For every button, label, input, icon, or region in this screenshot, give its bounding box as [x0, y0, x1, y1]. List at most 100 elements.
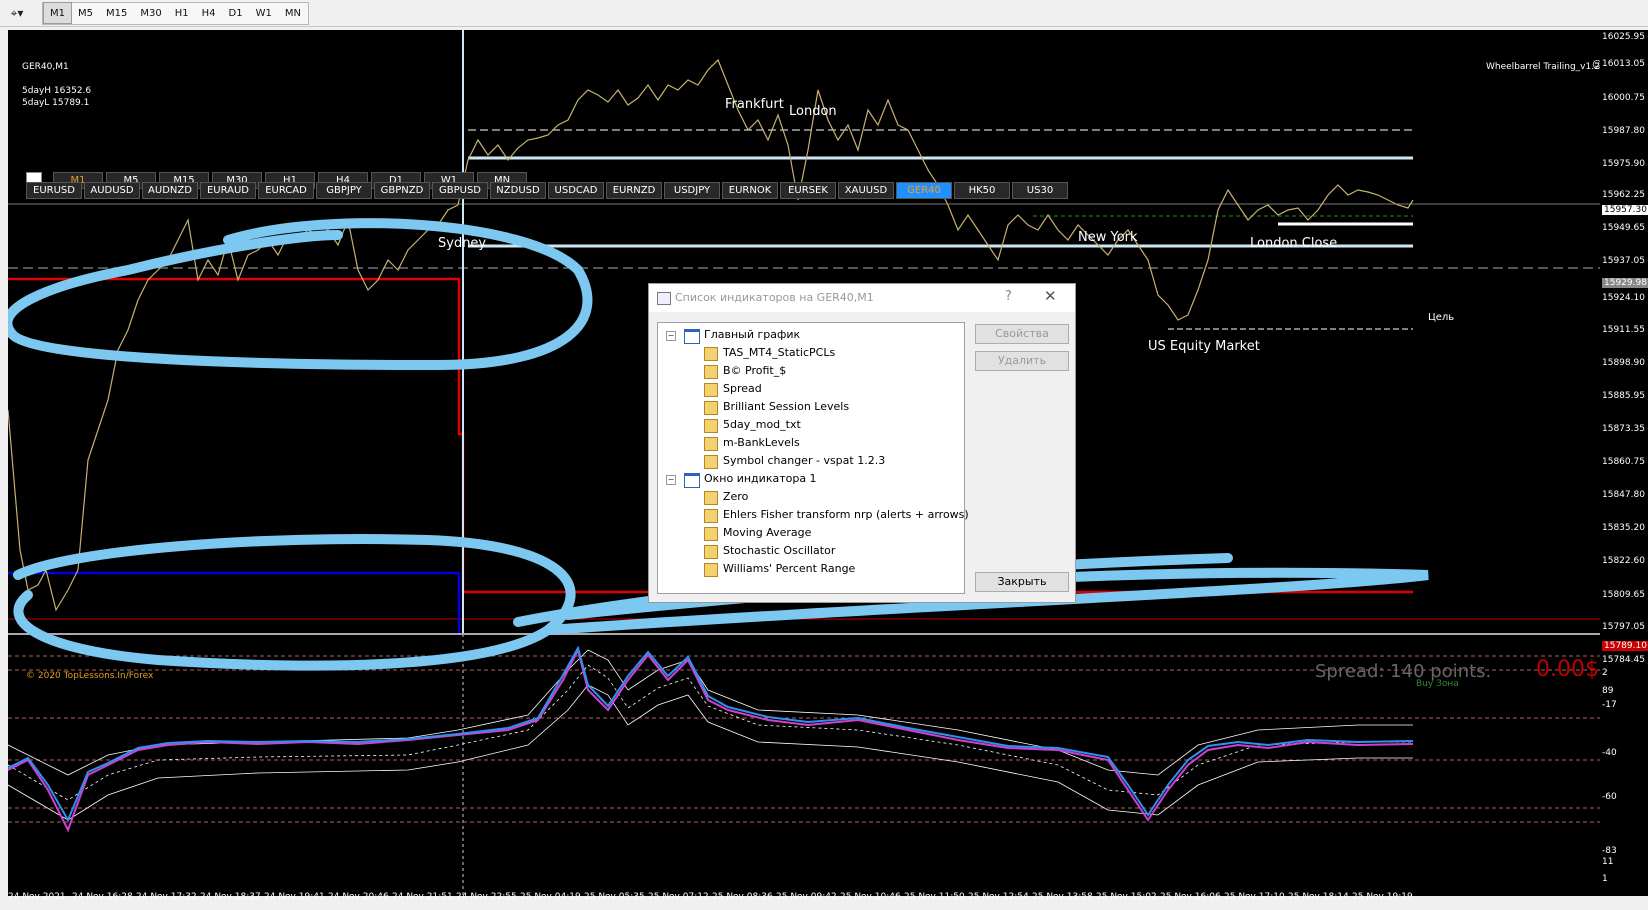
tree-window-node[interactable]: − Окно индикатора 1 — [658, 471, 958, 488]
tree-indicator-node[interactable]: Zero — [658, 489, 958, 505]
timeframe-m15[interactable]: M15 — [100, 3, 134, 24]
indicator-axis-label: -17 — [1602, 700, 1617, 710]
collapse-icon[interactable]: − — [666, 331, 676, 341]
tree-label: Brilliant Session Levels — [723, 400, 850, 413]
time-label: 24 Nov 17:32 — [136, 892, 197, 902]
timeframe-d1[interactable]: D1 — [223, 3, 250, 24]
symbol-euraud[interactable]: EURAUD — [200, 182, 256, 199]
symbol-ger40[interactable]: GER40 — [896, 182, 952, 199]
price-label: 15987.80 — [1602, 126, 1645, 136]
chart-window-icon — [684, 329, 700, 344]
time-label: 25 Nov 10:46 — [840, 892, 901, 902]
symbol-gbpnzd[interactable]: GBPNZD — [374, 182, 430, 199]
timeframe-toolbar: ⌖▾ M1 M5 M15 M30 H1 H4 D1 W1 MN — [0, 0, 1648, 27]
collapse-icon[interactable]: − — [666, 475, 676, 485]
indicator-axis-label: -83 — [1602, 846, 1617, 856]
tree-indicator-node[interactable]: Moving Average — [658, 525, 958, 541]
time-label: 25 Nov 15:02 — [1096, 892, 1157, 902]
indicator-axis-label: -60 — [1602, 792, 1617, 802]
spread-text: Spread: 140 points. — [1315, 661, 1492, 682]
tree-label: Moving Average — [723, 526, 812, 539]
symbol-usdjpy[interactable]: USDJPY — [664, 182, 720, 199]
indicator-icon — [704, 509, 718, 523]
time-label: 25 Nov 09:42 — [776, 892, 837, 902]
price-label: 15797.05 — [1602, 622, 1645, 632]
tree-indicator-node[interactable]: Stochastic Oscillator — [658, 543, 958, 559]
tree-indicator-node[interactable]: Williams' Percent Range — [658, 561, 958, 577]
time-label: 24 Nov 16:28 — [72, 892, 133, 902]
session-us-equity: US Equity Market — [1148, 339, 1260, 354]
tree-label: m-BankLevels — [723, 436, 800, 449]
tree-label: Williams' Percent Range — [723, 562, 856, 575]
tree-indicator-node[interactable]: Ehlers Fisher transform nrp (alerts + ar… — [658, 507, 969, 523]
indicator-icon — [704, 365, 718, 379]
symbol-eurusd[interactable]: EURUSD — [26, 182, 82, 199]
symbol-gbpusd[interactable]: GBPUSD — [432, 182, 488, 199]
help-icon[interactable]: ? — [1005, 289, 1012, 304]
price-label: 15860.75 — [1602, 457, 1645, 467]
price-label: 15929.98 — [1602, 278, 1648, 288]
session-london-close: London Close — [1250, 236, 1338, 251]
indicator-icon — [704, 455, 718, 469]
ea-label: Wheelbarrel Trailing_v1.2 — [1486, 62, 1600, 72]
tree-indicator-node[interactable]: B© Profit_$ — [658, 363, 958, 379]
tree-label: Spread — [723, 382, 762, 395]
tree-indicator-node[interactable]: TAS_MT4_StaticPCLs — [658, 345, 958, 361]
symbol-audusd[interactable]: AUDUSD — [84, 182, 140, 199]
tree-label: Окно индикатора 1 — [704, 472, 817, 485]
cursor-dropdown-icon[interactable]: ⌖▾ — [2, 2, 32, 24]
timeframe-group: M1 M5 M15 M30 H1 H4 D1 W1 MN — [42, 2, 309, 25]
time-label: 25 Nov 11:50 — [904, 892, 965, 902]
tree-label: TAS_MT4_StaticPCLs — [723, 346, 836, 359]
indicator-icon — [704, 527, 718, 541]
price-label: 15957.30 — [1602, 205, 1648, 215]
timeframe-m30[interactable]: M30 — [134, 3, 168, 24]
profit-text: 0.00$ — [1536, 657, 1599, 682]
tree-indicator-node[interactable]: 5day_mod_txt — [658, 417, 958, 433]
price-label: 15885.95 — [1602, 391, 1645, 401]
symbol-usdcad[interactable]: USDCAD — [548, 182, 604, 199]
symbol-xauusd[interactable]: XAUUSD — [838, 182, 894, 199]
time-label: 25 Nov 13:58 — [1032, 892, 1093, 902]
time-label: 25 Nov 18:14 — [1288, 892, 1349, 902]
tree-indicator-node[interactable]: m-BankLevels — [658, 435, 958, 451]
timeframe-h1[interactable]: H1 — [169, 3, 196, 24]
symbol-eurcad[interactable]: EURCAD — [258, 182, 314, 199]
symbol-eurnok[interactable]: EURNOK — [722, 182, 778, 199]
properties-button[interactable]: Свойства — [975, 324, 1069, 344]
time-label: 25 Nov 07:12 — [648, 892, 709, 902]
price-label: 15835.20 — [1602, 523, 1645, 533]
price-label: 15962.25 — [1602, 190, 1645, 200]
price-label: 15924.10 — [1602, 293, 1645, 303]
buy-zone-label: Buy Зона — [1416, 679, 1459, 689]
tree-indicator-node[interactable]: Spread — [658, 381, 958, 397]
symbol-nzdusd[interactable]: NZDUSD — [490, 182, 546, 199]
timeframe-m5[interactable]: M5 — [72, 3, 100, 24]
symbol-eurnzd[interactable]: EURNZD — [606, 182, 662, 199]
delete-button[interactable]: Удалить — [975, 351, 1069, 371]
session-frankfurt: Frankfurt — [725, 97, 784, 112]
time-label: 24 Nov 19:41 — [264, 892, 325, 902]
time-label: 24 Nov 21:51 — [392, 892, 453, 902]
symbol-eursek[interactable]: EURSEK — [780, 182, 836, 199]
indicator-tree[interactable]: − Главный график TAS_MT4_StaticPCLs B© Prof… — [657, 322, 969, 594]
timeframe-h4[interactable]: H4 — [196, 3, 223, 24]
price-label: 15847.80 — [1602, 490, 1645, 500]
symbol-hk50[interactable]: HK50 — [954, 182, 1010, 199]
target-label: Цель — [1428, 312, 1455, 323]
close-icon[interactable]: ✕ — [1044, 287, 1057, 305]
tree-indicator-node[interactable]: Symbol changer - vspat 1.2.3 — [658, 453, 958, 469]
tree-indicator-node[interactable]: Brilliant Session Levels — [658, 399, 958, 415]
session-new-york: New York — [1078, 230, 1138, 245]
timeframe-m1[interactable]: M1 — [43, 2, 72, 24]
close-button[interactable]: Закрыть — [975, 572, 1069, 592]
dialog-title: Список индикаторов на GER40,M1 — [675, 291, 874, 304]
symbol-us30[interactable]: US30 — [1012, 182, 1068, 199]
symbol-gbpjpy[interactable]: GBPJPY — [316, 182, 372, 199]
indicator-icon — [704, 545, 718, 559]
timeframe-mn[interactable]: MN — [279, 3, 308, 24]
copyright-text: © 2020 TopLessons.In/Forex — [26, 671, 154, 681]
symbol-audnzd[interactable]: AUDNZD — [142, 182, 198, 199]
tree-window-node[interactable]: − Главный график — [658, 327, 958, 344]
timeframe-w1[interactable]: W1 — [250, 3, 279, 24]
